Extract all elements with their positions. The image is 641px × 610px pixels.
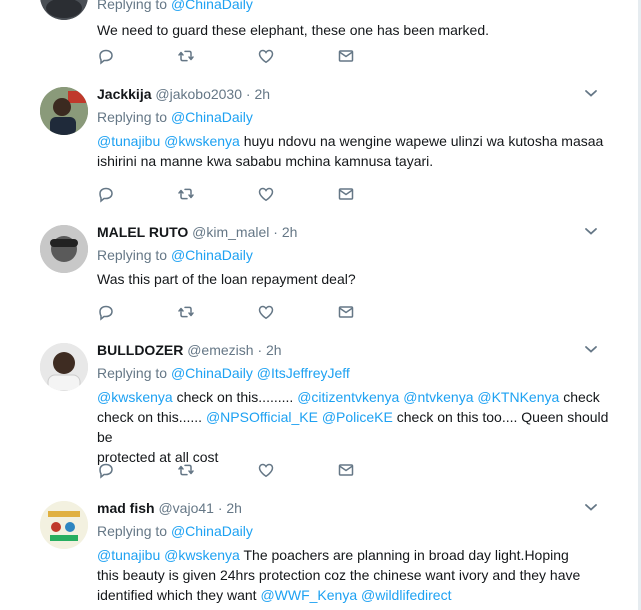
mention-link[interactable]: @kwskenya: [164, 133, 240, 149]
display-name[interactable]: MALEL RUTO: [97, 224, 188, 240]
display-name[interactable]: mad fish: [97, 500, 155, 516]
avatar[interactable]: [40, 343, 88, 391]
tweet-header: mad fish @vajo41 · 2h: [97, 500, 242, 516]
chevron-down-icon[interactable]: [584, 500, 598, 514]
like-icon: [258, 49, 274, 64]
timestamp[interactable]: 2h: [282, 224, 298, 240]
mention-link[interactable]: @PoliceKE: [322, 409, 393, 425]
avatar[interactable]: [40, 501, 88, 549]
tweet-item[interactable]: MALEL RUTO @kim_malel · 2h Replying to @…: [0, 212, 638, 331]
like-icon: [258, 187, 274, 202]
avatar[interactable]: [40, 0, 88, 20]
tweet-text: @tunajibu @kwskenya The poachers are pla…: [97, 547, 581, 603]
reply-icon: [99, 49, 113, 65]
user-handle[interactable]: @emezish: [187, 342, 253, 358]
reply-icon: [99, 305, 113, 321]
mention-link[interactable]: @WWF_Kenya: [260, 587, 357, 603]
message-icon: [338, 464, 354, 476]
display-name[interactable]: Jackkija: [97, 86, 152, 102]
chevron-down-icon[interactable]: [584, 224, 598, 238]
tweet-text: Was this part of the loan repayment deal…: [97, 271, 356, 287]
retweet-button[interactable]: [177, 303, 257, 321]
reply-button[interactable]: [97, 303, 177, 321]
tweet-text: @kwskenya check on this......... @citize…: [97, 389, 609, 465]
mention-link[interactable]: @tunajibu: [97, 133, 160, 149]
reply-button[interactable]: [97, 461, 177, 479]
message-icon: [338, 50, 354, 62]
tweet-text: @tunajibu @kwskenya huyu ndovu na wengin…: [97, 133, 604, 169]
user-handle[interactable]: @jakobo2030: [155, 86, 242, 102]
mention-link[interactable]: @ChinaDaily: [171, 247, 253, 263]
direct-message-button[interactable]: [337, 461, 417, 479]
like-button[interactable]: [257, 303, 337, 321]
retweet-icon: [178, 306, 194, 318]
avatar[interactable]: [40, 225, 88, 273]
tweet-text: We need to guard these elephant, these o…: [97, 22, 490, 38]
retweet-icon: [178, 464, 194, 476]
reply-icon: [99, 463, 113, 479]
mention-link[interactable]: @kwskenya: [164, 547, 240, 563]
replying-to: Replying to @ChinaDaily: [97, 0, 618, 14]
replying-to: Replying to @ChinaDaily: [97, 247, 253, 263]
retweet-button[interactable]: [177, 461, 257, 479]
mention-link[interactable]: @ntvkenya: [403, 389, 473, 405]
like-icon: [258, 463, 274, 478]
chevron-down-icon[interactable]: [584, 342, 598, 356]
direct-message-button[interactable]: [337, 47, 417, 65]
mention-link[interactable]: @NPSOfficial_KE: [206, 409, 318, 425]
tweet-header: Jackkija @jakobo2030 · 2h: [97, 86, 271, 102]
tweet-header: BULLDOZER @emezish · 2h: [97, 342, 282, 358]
reply-icon: [99, 187, 113, 203]
mention-link[interactable]: @citizentvkenya: [297, 389, 399, 405]
mention-link[interactable]: @tunajibu: [97, 547, 160, 563]
retweet-icon: [178, 188, 194, 200]
mention-link[interactable]: @KTNKenya: [477, 389, 559, 405]
replying-to: Replying to @ChinaDaily: [97, 523, 253, 539]
timestamp[interactable]: 2h: [266, 342, 282, 358]
replying-to: Replying to @ChinaDaily @ItsJeffreyJeff: [97, 365, 350, 381]
avatar[interactable]: [40, 87, 88, 135]
tweet-item[interactable]: BULLDOZER @emezish · 2h Replying to @Chi…: [0, 330, 638, 489]
like-button[interactable]: [257, 185, 337, 203]
mention-link[interactable]: @ChinaDaily: [171, 365, 253, 381]
mention-link[interactable]: @ItsJeffreyJeff: [257, 365, 350, 381]
tweet-item[interactable]: mad fish @vajo41 · 2h Replying to @China…: [0, 488, 638, 610]
display-name[interactable]: BULLDOZER: [97, 342, 183, 358]
tweet-item[interactable]: Replying to @ChinaDaily We need to guard…: [0, 0, 638, 75]
chevron-down-icon[interactable]: [584, 86, 598, 100]
like-icon: [258, 305, 274, 320]
like-button[interactable]: [257, 47, 337, 65]
mention-link[interactable]: @ChinaDaily: [171, 523, 253, 539]
retweet-button[interactable]: [177, 185, 257, 203]
direct-message-button[interactable]: [337, 185, 417, 203]
tweet-feed: Replying to @ChinaDaily We need to guard…: [0, 0, 639, 610]
message-icon: [338, 188, 354, 200]
tweet-header: MALEL RUTO @kim_malel · 2h: [97, 224, 298, 240]
timestamp[interactable]: 2h: [226, 500, 242, 516]
timestamp[interactable]: 2h: [254, 86, 270, 102]
retweet-button[interactable]: [177, 47, 257, 65]
reply-button[interactable]: [97, 47, 177, 65]
retweet-icon: [178, 50, 194, 62]
replying-to: Replying to @ChinaDaily: [97, 109, 253, 125]
mention-link[interactable]: @kwskenya: [97, 389, 173, 405]
mention-link[interactable]: @ChinaDaily: [171, 0, 253, 12]
user-handle[interactable]: @vajo41: [158, 500, 213, 516]
user-handle[interactable]: @kim_malel: [192, 224, 269, 240]
message-icon: [338, 306, 354, 318]
tweet-item[interactable]: Jackkija @jakobo2030 · 2h Replying to @C…: [0, 74, 638, 213]
like-button[interactable]: [257, 461, 337, 479]
direct-message-button[interactable]: [337, 303, 417, 321]
mention-link[interactable]: @wildlifedirect: [361, 587, 451, 603]
mention-link[interactable]: @ChinaDaily: [171, 109, 253, 125]
reply-button[interactable]: [97, 185, 177, 203]
